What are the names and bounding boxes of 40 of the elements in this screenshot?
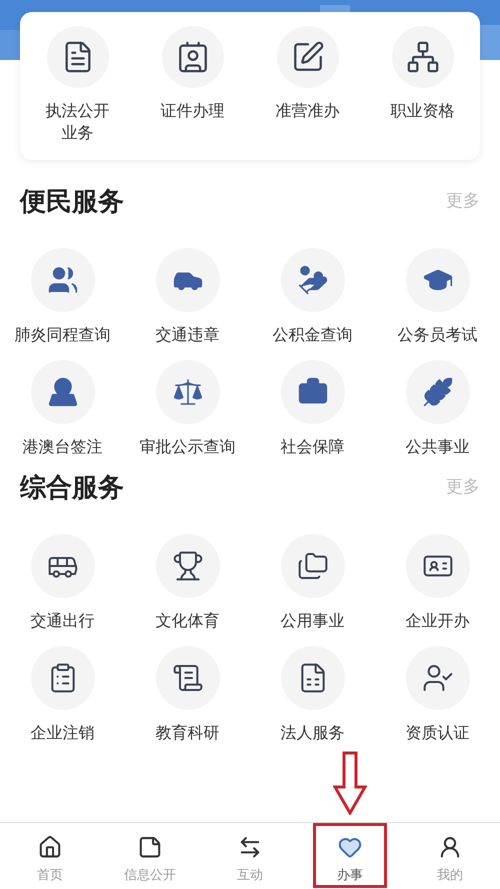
service-label[interactable]: 文化体育 [156,610,220,632]
nav-label: 互动 [237,866,263,884]
service-label[interactable]: 公务员考试 [398,324,478,346]
folder-icon [296,550,328,582]
service-label[interactable]: 公用事业 [280,610,344,632]
service-label[interactable]: 肺炎同程查询 [14,324,110,346]
quick-link-label[interactable]: 职业资格 [390,100,454,122]
service-label[interactable]: 法人服务 [280,722,344,744]
network-icon [406,40,440,74]
down-arrow-drawing [333,751,367,815]
nav-label: 办事 [337,866,363,884]
section-title: 便民服务 [20,186,124,218]
nav-label: 信息公开 [124,866,176,884]
service-label[interactable]: 公积金查询 [272,324,352,346]
trophy-icon [172,550,204,582]
quick-link-label[interactable]: 执法公开业务 [46,100,110,144]
nav-label: 首页 [37,866,63,884]
quick-link-label[interactable]: 准营准办 [276,100,340,122]
service-label[interactable]: 企业注销 [30,722,94,744]
service-label[interactable]: 社会保障 [280,436,344,458]
service-label[interactable]: 公共事业 [406,436,470,458]
people-icon [46,264,78,296]
service-label[interactable]: 教育科研 [156,722,220,744]
nav-tab[interactable]: 办事 [313,823,387,888]
wheat-icon [422,376,454,408]
home-icon [37,835,63,860]
quick-link-label[interactable]: 证件办理 [160,100,224,122]
user-check-icon [422,662,454,694]
heart-icon [337,835,363,860]
section-title: 综合服务 [20,472,124,504]
service-label[interactable]: 交通违章 [156,324,220,346]
coins-icon [296,264,328,296]
service-label[interactable]: 资质认证 [406,722,470,744]
service-label[interactable]: 企业开办 [406,610,470,632]
nav-label: 我的 [437,866,463,884]
service-label[interactable]: 交通出行 [30,610,94,632]
service-label[interactable]: 港澳台签注 [22,436,102,458]
scroll-icon [172,662,204,694]
note-icon [137,835,163,860]
service-label[interactable]: 审批公示查询 [140,436,236,458]
